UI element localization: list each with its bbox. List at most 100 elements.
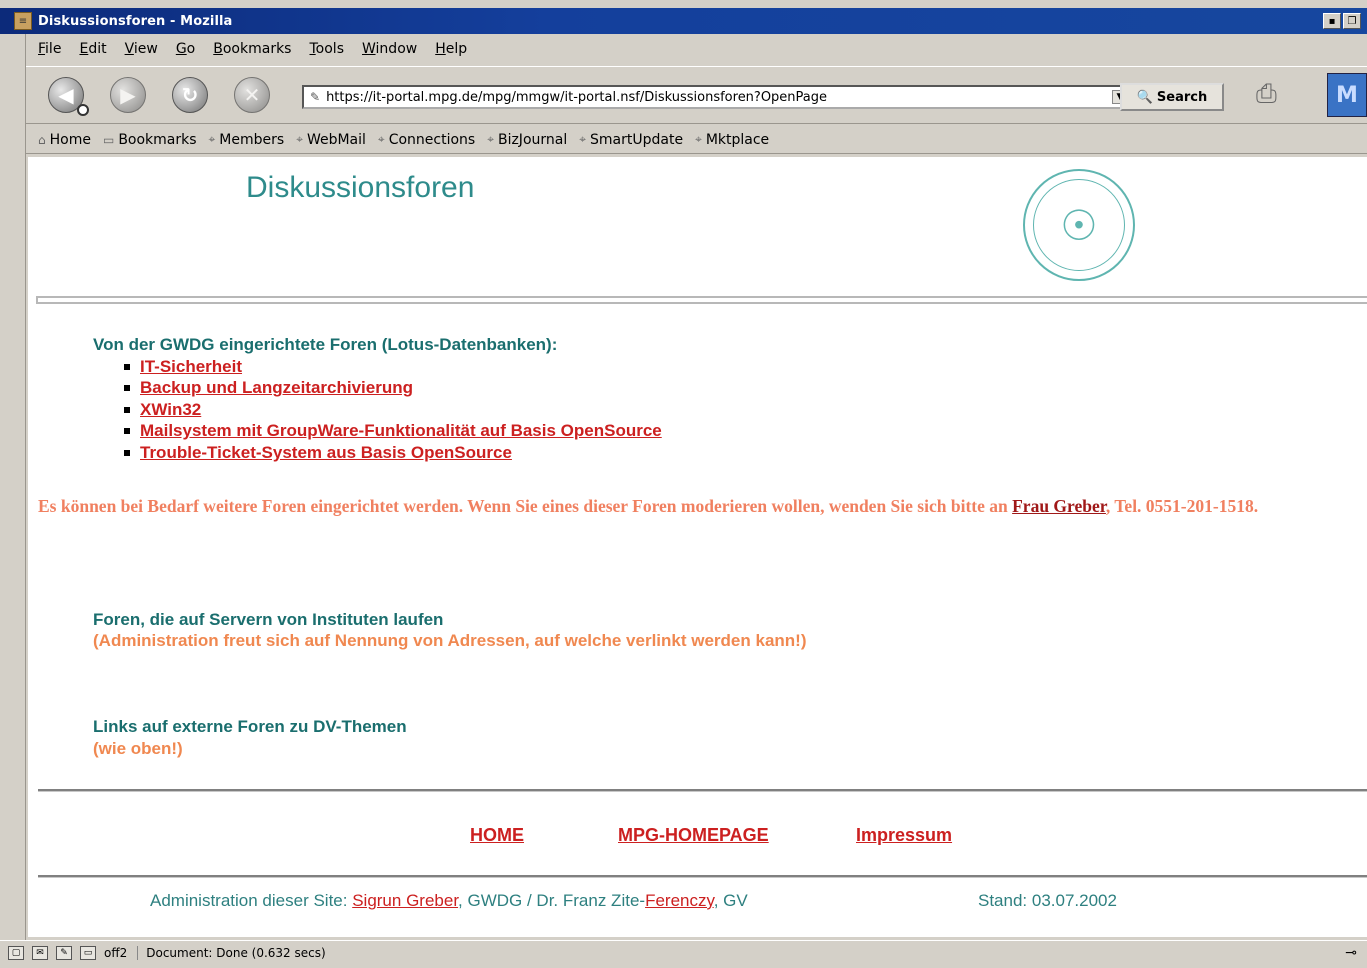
bookmark-bizjournal[interactable]: ⌖ BizJournal: [487, 132, 567, 148]
bookmark-label: Home: [49, 131, 91, 148]
mozilla-throbber-icon[interactable]: M: [1327, 73, 1367, 117]
status-text: Document: Done (0.632 secs): [137, 945, 326, 960]
menu-view[interactable]: View: [125, 41, 158, 57]
bookmark-label: Connections: [388, 131, 476, 148]
window-title: Diskussionsforen - Mozilla: [38, 13, 233, 29]
search-button[interactable]: 🔍 Search: [1120, 83, 1224, 111]
url-bar[interactable]: ✎ https://it-portal.mpg.de/mpg/mmgw/it-p…: [302, 85, 1134, 109]
composer-icon[interactable]: ✎: [56, 945, 72, 960]
forum-link-mailsystem[interactable]: Mailsystem mit GroupWare-Funktionalität …: [140, 421, 662, 441]
minimize-button[interactable]: ▪: [1323, 13, 1341, 29]
reload-button[interactable]: ↻: [172, 77, 208, 113]
online-status[interactable]: off2: [104, 946, 127, 960]
bookmark-label: Mktplace: [705, 131, 770, 148]
bookmark-icon: ⌖: [579, 132, 586, 146]
web-content[interactable]: Diskussionsforen ☉ Von der GWDG eingeric…: [28, 157, 1367, 937]
bookmark-icon: ⌖: [695, 132, 702, 146]
search-icon: 🔍: [1136, 89, 1153, 105]
forward-arrow-icon: ▶: [120, 83, 136, 107]
note-text: Es können bei Bedarf weitere Foren einge…: [38, 496, 1013, 516]
footer-impressum-link[interactable]: Impressum: [856, 825, 952, 846]
admin-prefix: Administration dieser Site:: [150, 891, 353, 910]
url-text: https://it-portal.mpg.de/mpg/mmgw/it-por…: [326, 89, 828, 105]
list-item: XWin32: [124, 399, 662, 421]
back-arrow-icon: ◀: [58, 83, 74, 107]
page-title: Diskussionsforen: [246, 171, 475, 204]
list-item: Trouble-Ticket-System aus Basis OpenSour…: [124, 442, 662, 464]
menu-bar: File Edit View Go Bookmarks Tools Window…: [26, 36, 1367, 62]
section-external-heading: Links auf externe Foren zu DV-Themen: [93, 717, 407, 736]
list-item: Mailsystem mit GroupWare-Funktionalität …: [124, 421, 662, 443]
forum-link-xwin32[interactable]: XWin32: [140, 400, 201, 420]
forward-button[interactable]: ▶: [110, 77, 146, 113]
mpg-minerva-logo: ☉: [1023, 169, 1135, 281]
bookmark-label: SmartUpdate: [590, 131, 684, 148]
navigator-icon[interactable]: ▢: [8, 945, 24, 960]
list-item: Backup und Langzeitarchivierung: [124, 378, 662, 400]
forum-link-it-sicherheit[interactable]: IT-Sicherheit: [140, 357, 242, 377]
menu-bookmarks[interactable]: Bookmarks: [213, 41, 291, 57]
window-titlebar[interactable]: ≡ Diskussionsforen - Mozilla ▪ ❐: [0, 8, 1367, 34]
last-updated: Stand: 03.07.2002: [978, 891, 1117, 910]
bookmark-label: WebMail: [306, 131, 366, 148]
bookmark-connections[interactable]: ⌖ Connections: [378, 132, 475, 148]
ferenczy-link[interactable]: Ferenczy: [645, 891, 714, 910]
bookmark-bookmarks[interactable]: ▭ Bookmarks: [103, 132, 197, 148]
footer-divider-top: [38, 789, 1367, 792]
stop-button[interactable]: ✕: [234, 77, 270, 113]
print-icon[interactable]: ⎙: [1256, 79, 1296, 113]
sigrun-greber-link[interactable]: Sigrun Greber: [352, 891, 458, 910]
home-icon: ⌂: [38, 132, 46, 147]
bookmark-icon: ⌖: [208, 132, 216, 146]
frau-greber-link[interactable]: Frau Greber: [1012, 496, 1106, 516]
status-bar: ▢ ✉ ✎ ▭ off2 Document: Done (0.632 secs)…: [0, 940, 1367, 964]
bookmark-label: Members: [219, 131, 285, 148]
footer-mpg-homepage-link[interactable]: MPG-HOMEPAGE: [618, 825, 769, 846]
menu-file[interactable]: File: [38, 41, 61, 57]
folder-icon: ▭: [102, 132, 115, 147]
forum-link-trouble-ticket[interactable]: Trouble-Ticket-System aus Basis OpenSour…: [140, 443, 512, 463]
bookmark-icon: ⌖: [487, 132, 494, 146]
footer-divider-bottom: [38, 875, 1367, 878]
section-institute-heading: Foren, die auf Servern von Instituten la…: [93, 610, 444, 629]
back-dropdown-icon[interactable]: [77, 104, 89, 116]
mozilla-app-icon: ≡: [14, 12, 32, 30]
admin-suffix: , GV: [713, 891, 748, 910]
menu-window[interactable]: Window: [362, 41, 417, 57]
bookmark-label: Bookmarks: [118, 131, 197, 148]
menu-help[interactable]: Help: [435, 41, 467, 57]
bookmark-webmail[interactable]: ⌖ WebMail: [296, 132, 366, 148]
navigation-toolbar: ◀ ▶ ↻ ✕ ✎ https://it-portal.mpg.de/mpg/m…: [26, 66, 1367, 124]
search-button-label: Search: [1156, 89, 1208, 105]
note-phone: , Tel. 0551-201-1518.: [1105, 496, 1259, 516]
menu-go[interactable]: Go: [176, 41, 195, 57]
address-book-icon[interactable]: ▭: [80, 945, 96, 960]
security-lock-icon[interactable]: ⊸: [1345, 945, 1357, 961]
forum-link-backup[interactable]: Backup und Langzeitarchivierung: [140, 378, 413, 398]
mail-icon[interactable]: ✉: [32, 945, 48, 960]
admin-middle: , GWDG / Dr. Franz Zite-: [458, 891, 646, 910]
page-proxy-icon[interactable]: ✎: [310, 90, 320, 104]
back-button[interactable]: ◀: [48, 77, 89, 116]
bookmark-home[interactable]: ⌂ Home: [38, 132, 91, 148]
bookmark-icon: ⌖: [377, 132, 385, 146]
section-external-note: (wie oben!): [93, 739, 183, 758]
forum-link-list: IT-Sicherheit Backup und Langzeitarchivi…: [124, 356, 662, 464]
footer-home-link[interactable]: HOME: [470, 825, 524, 846]
section-institute-note: (Administration freut sich auf Nennung v…: [93, 631, 807, 650]
minerva-head-icon: ☉: [1033, 179, 1125, 271]
maximize-button[interactable]: ❐: [1343, 13, 1361, 29]
reload-icon: ↻: [181, 83, 199, 107]
bookmark-label: BizJournal: [497, 131, 568, 148]
menu-edit[interactable]: Edit: [79, 41, 106, 57]
menu-tools[interactable]: Tools: [309, 41, 344, 57]
section-gwdg-heading: Von der GWDG eingerichtete Foren (Lotus-…: [93, 335, 558, 354]
bookmark-members[interactable]: ⌖ Members: [209, 132, 285, 148]
bookmark-mktplace[interactable]: ⌖ Mktplace: [695, 132, 769, 148]
sidebar-grippy-strip[interactable]: [0, 34, 26, 940]
bookmark-smartupdate[interactable]: ⌖ SmartUpdate: [579, 132, 683, 148]
moderation-note: Es können bei Bedarf weitere Foren einge…: [38, 494, 1338, 518]
stop-icon: ✕: [243, 83, 261, 107]
window-controls: ▪ ❐: [1323, 13, 1361, 29]
site-admin-credits: Administration dieser Site: Sigrun Grebe…: [150, 891, 748, 911]
